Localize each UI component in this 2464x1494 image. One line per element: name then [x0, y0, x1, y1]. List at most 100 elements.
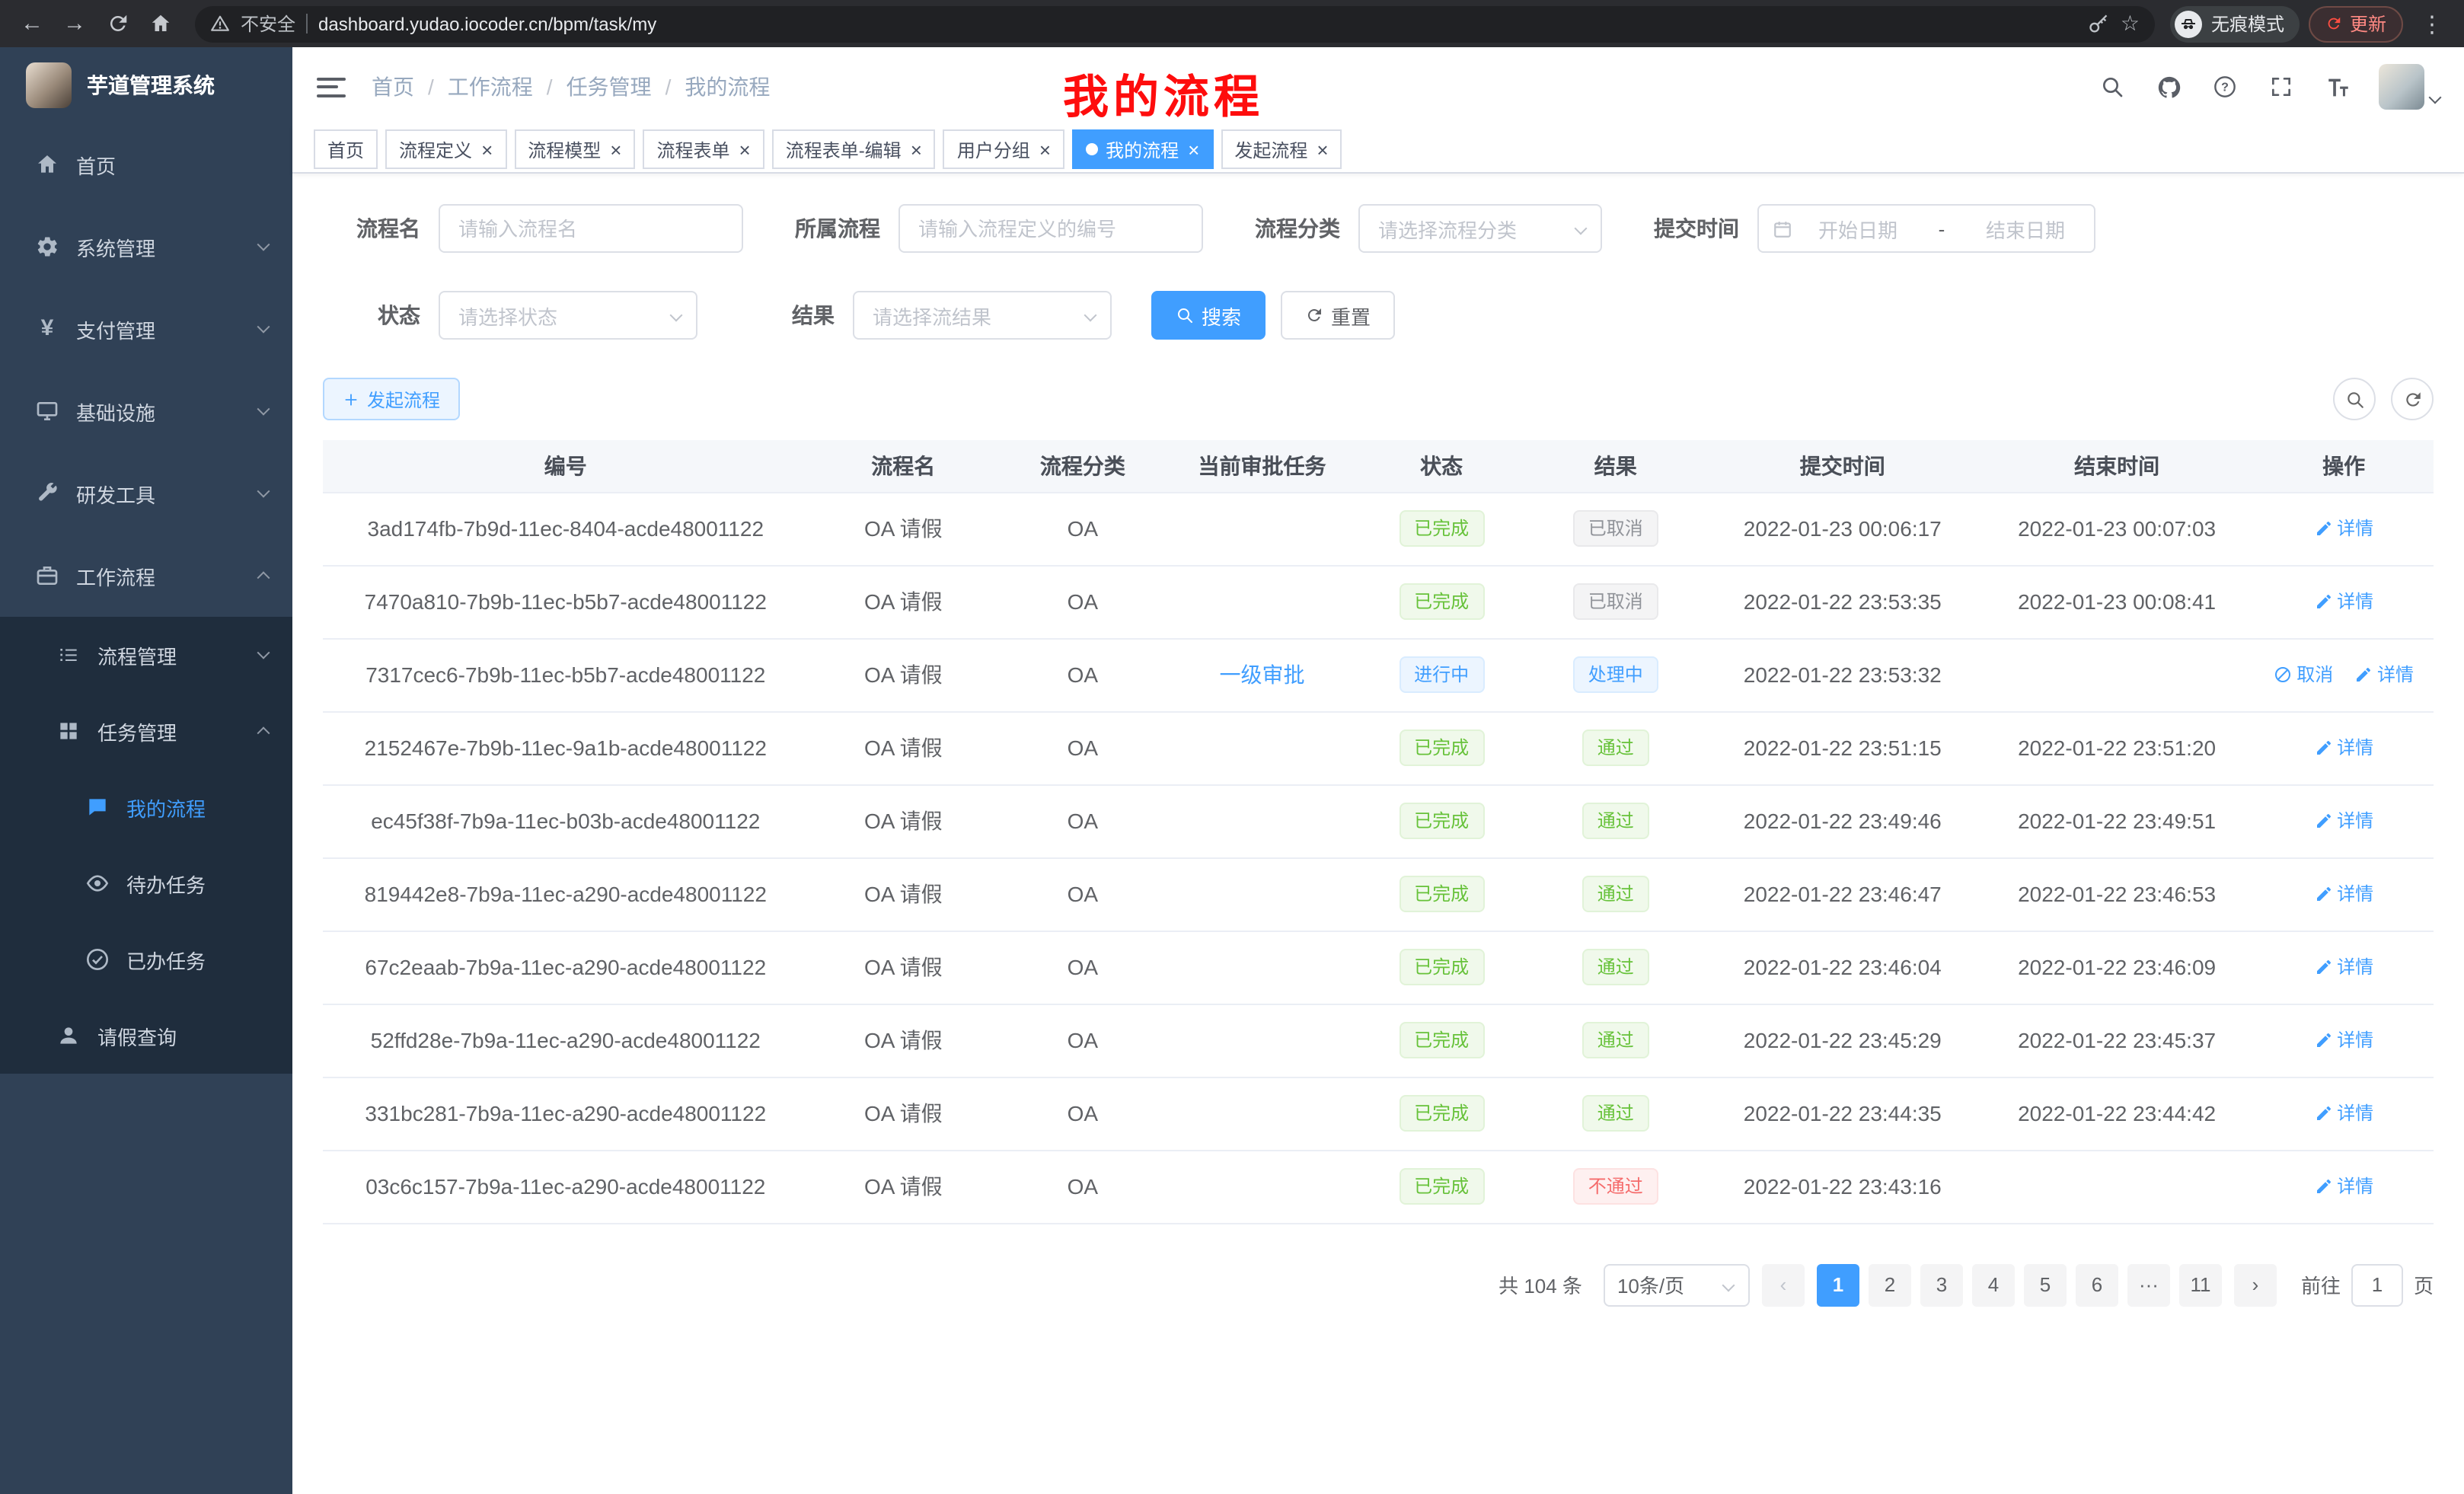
security-label[interactable]: 不安全 — [241, 11, 295, 37]
col-name: 流程名 — [809, 440, 998, 492]
page-button-3[interactable]: 3 — [1920, 1263, 1963, 1306]
sidebar-item-process-mgmt[interactable]: 流程管理 — [0, 617, 292, 693]
sidebar-item-done-tasks[interactable]: 已办任务 — [0, 921, 292, 998]
category-select[interactable]: 请选择流程分类 — [1358, 204, 1602, 253]
detail-link[interactable]: 详情 — [2314, 881, 2373, 907]
detail-link[interactable]: 详情 — [2354, 662, 2414, 688]
close-icon[interactable]: × — [1188, 139, 1199, 159]
cell-id: 2152467e-7b9b-11ec-9a1b-acde48001122 — [323, 711, 809, 784]
tab-home[interactable]: 首页 — [314, 129, 378, 169]
detail-link[interactable]: 详情 — [2314, 808, 2373, 834]
close-icon[interactable]: × — [1317, 139, 1328, 159]
cell-submit-time: 2022-01-22 23:46:04 — [1706, 931, 1980, 1004]
fullscreen-icon[interactable] — [2266, 72, 2296, 102]
search-icon[interactable] — [2097, 72, 2127, 102]
app-logo[interactable]: 芋道管理系统 — [0, 47, 292, 123]
font-size-icon[interactable] — [2322, 72, 2353, 102]
detail-link[interactable]: 详情 — [2314, 1100, 2373, 1126]
cell-submit-time: 2022-01-22 23:45:29 — [1706, 1004, 1980, 1077]
start-process-button[interactable]: 发起流程 — [323, 378, 460, 420]
tab-start-process[interactable]: 发起流程× — [1221, 129, 1342, 169]
sidebar-item-workflow[interactable]: 工作流程 — [0, 535, 292, 617]
sidebar-item-payment[interactable]: ¥ 支付管理 — [0, 288, 292, 370]
goto-page-input[interactable] — [2351, 1263, 2403, 1306]
sidebar-item-leave-query[interactable]: 请假查询 — [0, 998, 292, 1074]
close-icon[interactable]: × — [481, 139, 493, 159]
cell-submit-time: 2022-01-22 23:46:47 — [1706, 857, 1980, 931]
detail-link[interactable]: 详情 — [2314, 735, 2373, 761]
detail-link[interactable]: 详情 — [2314, 954, 2373, 980]
browser-reload-button[interactable] — [97, 5, 137, 42]
sidebar-item-infrastructure[interactable]: 基础设施 — [0, 370, 292, 452]
page-button-4[interactable]: 4 — [1972, 1263, 2015, 1306]
cell-category: OA — [998, 638, 1167, 711]
cell-current-task — [1167, 1077, 1357, 1150]
cell-end-time: 2022-01-22 23:44:42 — [1980, 1077, 2254, 1150]
cell-name: OA 请假 — [809, 711, 998, 784]
date-range-picker[interactable]: 开始日期 - 结束日期 — [1757, 204, 2095, 253]
user-avatar[interactable] — [2379, 64, 2440, 110]
breadcrumb-workflow[interactable]: 工作流程 — [448, 72, 533, 102]
sidebar-item-devtools[interactable]: 研发工具 — [0, 452, 292, 535]
tab-process-definition[interactable]: 流程定义× — [385, 129, 506, 169]
page-button-5[interactable]: 5 — [2024, 1263, 2067, 1306]
sidebar-item-task-mgmt[interactable]: 任务管理 — [0, 693, 292, 769]
cancel-link[interactable]: 取消 — [2274, 662, 2333, 688]
more-pages-button[interactable]: ··· — [2127, 1263, 2170, 1306]
close-icon[interactable]: × — [739, 139, 751, 159]
browser-menu-icon[interactable]: ⋮ — [2412, 5, 2452, 42]
github-icon[interactable] — [2153, 72, 2184, 102]
process-name-input[interactable] — [439, 204, 743, 253]
prev-page-button[interactable]: ‹ — [1762, 1263, 1805, 1306]
browser-update-button[interactable]: 更新 — [2309, 5, 2403, 42]
detail-link[interactable]: 详情 — [2314, 1027, 2373, 1053]
page-button-6[interactable]: 6 — [2076, 1263, 2118, 1306]
sidebar-toggle-icon[interactable] — [317, 77, 346, 97]
refresh-table-button[interactable] — [2391, 378, 2434, 420]
process-definition-input[interactable] — [898, 204, 1203, 253]
browser-forward-button[interactable]: → — [55, 5, 94, 42]
sidebar-item-system[interactable]: 系统管理 — [0, 206, 292, 288]
close-icon[interactable]: × — [911, 139, 922, 159]
next-page-button[interactable]: › — [2234, 1263, 2277, 1306]
page-button-2[interactable]: 2 — [1869, 1263, 1911, 1306]
breadcrumb-task-mgmt[interactable]: 任务管理 — [567, 72, 652, 102]
page-button-1[interactable]: 1 — [1817, 1263, 1859, 1306]
close-icon[interactable]: × — [610, 139, 621, 159]
help-icon[interactable] — [2210, 72, 2240, 102]
caret-down-icon — [2429, 91, 2442, 104]
sidebar-item-home[interactable]: 首页 — [0, 123, 292, 206]
key-icon[interactable] — [2089, 13, 2110, 34]
reset-button[interactable]: 重置 — [1281, 291, 1395, 340]
tab-process-form[interactable]: 流程表单× — [643, 129, 764, 169]
bookmark-star-icon[interactable]: ☆ — [2121, 11, 2140, 37]
tab-user-group[interactable]: 用户分组× — [943, 129, 1064, 169]
toggle-search-button[interactable] — [2333, 378, 2376, 420]
tab-process-model[interactable]: 流程模型× — [514, 129, 635, 169]
tab-process-form-edit[interactable]: 流程表单-编辑× — [772, 129, 936, 169]
page-button-11[interactable]: 11 — [2179, 1263, 2222, 1306]
current-task-link[interactable]: 一级审批 — [1220, 659, 1305, 690]
cell-category: OA — [998, 1150, 1167, 1223]
browser-back-button[interactable]: ← — [12, 5, 52, 42]
cell-end-time: 2022-01-22 23:46:53 — [1980, 857, 2254, 931]
status-select[interactable]: 请选择状态 — [439, 291, 697, 340]
breadcrumb-home[interactable]: 首页 — [372, 72, 414, 102]
detail-link[interactable]: 详情 — [2314, 1173, 2373, 1199]
tab-my-process[interactable]: 我的流程× — [1072, 129, 1213, 169]
sidebar-item-todo-tasks[interactable]: 待办任务 — [0, 845, 292, 921]
incognito-icon — [2175, 10, 2202, 37]
result-select[interactable]: 请选择流结果 — [853, 291, 1112, 340]
search-button[interactable]: 搜索 — [1151, 291, 1266, 340]
detail-link[interactable]: 详情 — [2314, 589, 2373, 615]
table-row: 52ffd28e-7b9a-11ec-a290-acde48001122 OA … — [323, 1004, 2434, 1077]
table-row: 331bc281-7b9a-11ec-a290-acde48001122 OA … — [323, 1077, 2434, 1150]
result-badge: 通过 — [1582, 949, 1649, 985]
sidebar-item-my-process[interactable]: 我的流程 — [0, 769, 292, 845]
address-bar[interactable]: 不安全 dashboard.yudao.iocoder.cn/bpm/task/… — [195, 5, 2155, 42]
detail-link[interactable]: 详情 — [2314, 516, 2373, 541]
browser-home-button[interactable] — [140, 5, 180, 42]
sidebar: 芋道管理系统 首页 系统管理 ¥ 支付管理 基础设施 — [0, 47, 292, 1494]
page-size-select[interactable]: 10条/页 — [1604, 1263, 1750, 1306]
close-icon[interactable]: × — [1039, 139, 1051, 159]
